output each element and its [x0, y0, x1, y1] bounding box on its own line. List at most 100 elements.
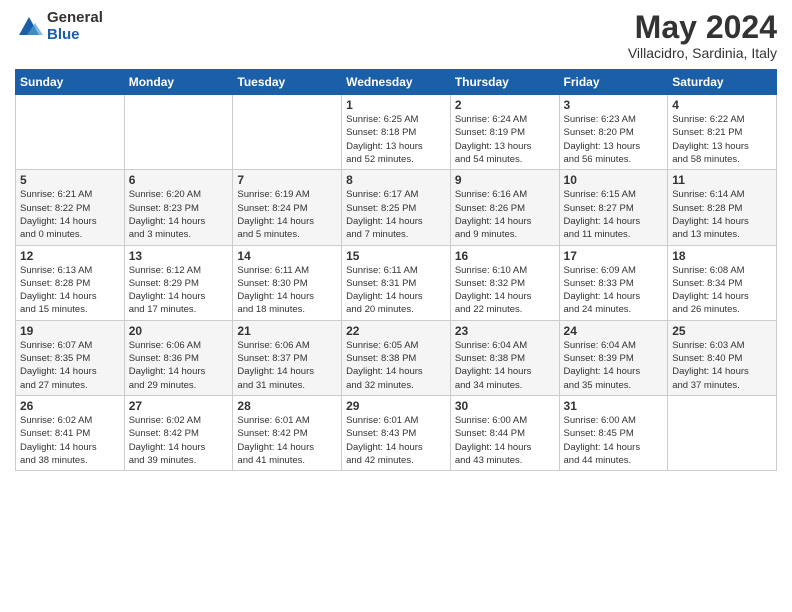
day-number: 19 [20, 324, 120, 338]
calendar-cell [233, 95, 342, 170]
calendar-cell: 6Sunrise: 6:20 AMSunset: 8:23 PMDaylight… [124, 170, 233, 245]
day-number: 4 [672, 98, 772, 112]
day-info: Sunrise: 6:04 AMSunset: 8:38 PMDaylight:… [455, 339, 555, 392]
calendar-cell: 23Sunrise: 6:04 AMSunset: 8:38 PMDayligh… [450, 320, 559, 395]
calendar-cell: 19Sunrise: 6:07 AMSunset: 8:35 PMDayligh… [16, 320, 125, 395]
calendar: SundayMondayTuesdayWednesdayThursdayFrid… [15, 69, 777, 471]
day-info: Sunrise: 6:21 AMSunset: 8:22 PMDaylight:… [20, 188, 120, 241]
day-info: Sunrise: 6:09 AMSunset: 8:33 PMDaylight:… [564, 264, 664, 317]
logo-general: General [47, 10, 103, 27]
day-number: 24 [564, 324, 664, 338]
day-number: 18 [672, 249, 772, 263]
calendar-cell: 9Sunrise: 6:16 AMSunset: 8:26 PMDaylight… [450, 170, 559, 245]
calendar-cell: 18Sunrise: 6:08 AMSunset: 8:34 PMDayligh… [668, 245, 777, 320]
day-number: 2 [455, 98, 555, 112]
day-number: 27 [129, 399, 229, 413]
day-info: Sunrise: 6:02 AMSunset: 8:42 PMDaylight:… [129, 414, 229, 467]
logo-icon [15, 13, 43, 41]
header: General Blue May 2024 Villacidro, Sardin… [15, 10, 777, 61]
calendar-cell: 31Sunrise: 6:00 AMSunset: 8:45 PMDayligh… [559, 395, 668, 470]
day-number: 8 [346, 173, 446, 187]
day-info: Sunrise: 6:11 AMSunset: 8:31 PMDaylight:… [346, 264, 446, 317]
day-info: Sunrise: 6:03 AMSunset: 8:40 PMDaylight:… [672, 339, 772, 392]
day-number: 17 [564, 249, 664, 263]
calendar-cell: 28Sunrise: 6:01 AMSunset: 8:42 PMDayligh… [233, 395, 342, 470]
day-header-friday: Friday [559, 70, 668, 95]
day-info: Sunrise: 6:20 AMSunset: 8:23 PMDaylight:… [129, 188, 229, 241]
day-info: Sunrise: 6:19 AMSunset: 8:24 PMDaylight:… [237, 188, 337, 241]
day-header-sunday: Sunday [16, 70, 125, 95]
subtitle: Villacidro, Sardinia, Italy [628, 45, 777, 61]
calendar-cell: 10Sunrise: 6:15 AMSunset: 8:27 PMDayligh… [559, 170, 668, 245]
logo-blue: Blue [47, 27, 103, 44]
calendar-cell: 21Sunrise: 6:06 AMSunset: 8:37 PMDayligh… [233, 320, 342, 395]
day-number: 9 [455, 173, 555, 187]
day-info: Sunrise: 6:17 AMSunset: 8:25 PMDaylight:… [346, 188, 446, 241]
calendar-cell: 27Sunrise: 6:02 AMSunset: 8:42 PMDayligh… [124, 395, 233, 470]
day-header-tuesday: Tuesday [233, 70, 342, 95]
day-number: 5 [20, 173, 120, 187]
calendar-cell [124, 95, 233, 170]
logo-text: General Blue [47, 10, 103, 43]
calendar-cell: 26Sunrise: 6:02 AMSunset: 8:41 PMDayligh… [16, 395, 125, 470]
calendar-cell: 29Sunrise: 6:01 AMSunset: 8:43 PMDayligh… [342, 395, 451, 470]
calendar-cell: 16Sunrise: 6:10 AMSunset: 8:32 PMDayligh… [450, 245, 559, 320]
calendar-cell: 15Sunrise: 6:11 AMSunset: 8:31 PMDayligh… [342, 245, 451, 320]
day-info: Sunrise: 6:16 AMSunset: 8:26 PMDaylight:… [455, 188, 555, 241]
day-info: Sunrise: 6:04 AMSunset: 8:39 PMDaylight:… [564, 339, 664, 392]
day-info: Sunrise: 6:10 AMSunset: 8:32 PMDaylight:… [455, 264, 555, 317]
day-number: 25 [672, 324, 772, 338]
calendar-cell: 2Sunrise: 6:24 AMSunset: 8:19 PMDaylight… [450, 95, 559, 170]
day-info: Sunrise: 6:07 AMSunset: 8:35 PMDaylight:… [20, 339, 120, 392]
day-number: 14 [237, 249, 337, 263]
day-info: Sunrise: 6:00 AMSunset: 8:45 PMDaylight:… [564, 414, 664, 467]
day-info: Sunrise: 6:23 AMSunset: 8:20 PMDaylight:… [564, 113, 664, 166]
day-info: Sunrise: 6:05 AMSunset: 8:38 PMDaylight:… [346, 339, 446, 392]
main-title: May 2024 [628, 10, 777, 45]
day-header-monday: Monday [124, 70, 233, 95]
calendar-cell: 5Sunrise: 6:21 AMSunset: 8:22 PMDaylight… [16, 170, 125, 245]
week-row-5: 26Sunrise: 6:02 AMSunset: 8:41 PMDayligh… [16, 395, 777, 470]
day-number: 23 [455, 324, 555, 338]
day-number: 7 [237, 173, 337, 187]
calendar-cell: 17Sunrise: 6:09 AMSunset: 8:33 PMDayligh… [559, 245, 668, 320]
calendar-cell: 7Sunrise: 6:19 AMSunset: 8:24 PMDaylight… [233, 170, 342, 245]
day-number: 20 [129, 324, 229, 338]
calendar-cell: 3Sunrise: 6:23 AMSunset: 8:20 PMDaylight… [559, 95, 668, 170]
day-number: 11 [672, 173, 772, 187]
day-info: Sunrise: 6:01 AMSunset: 8:43 PMDaylight:… [346, 414, 446, 467]
day-number: 29 [346, 399, 446, 413]
day-info: Sunrise: 6:25 AMSunset: 8:18 PMDaylight:… [346, 113, 446, 166]
day-number: 21 [237, 324, 337, 338]
calendar-cell: 12Sunrise: 6:13 AMSunset: 8:28 PMDayligh… [16, 245, 125, 320]
day-info: Sunrise: 6:06 AMSunset: 8:36 PMDaylight:… [129, 339, 229, 392]
day-info: Sunrise: 6:00 AMSunset: 8:44 PMDaylight:… [455, 414, 555, 467]
calendar-cell: 22Sunrise: 6:05 AMSunset: 8:38 PMDayligh… [342, 320, 451, 395]
page: General Blue May 2024 Villacidro, Sardin… [0, 0, 792, 612]
day-info: Sunrise: 6:24 AMSunset: 8:19 PMDaylight:… [455, 113, 555, 166]
day-number: 31 [564, 399, 664, 413]
calendar-cell: 4Sunrise: 6:22 AMSunset: 8:21 PMDaylight… [668, 95, 777, 170]
calendar-cell: 24Sunrise: 6:04 AMSunset: 8:39 PMDayligh… [559, 320, 668, 395]
calendar-cell [668, 395, 777, 470]
day-number: 26 [20, 399, 120, 413]
calendar-cell: 11Sunrise: 6:14 AMSunset: 8:28 PMDayligh… [668, 170, 777, 245]
day-number: 6 [129, 173, 229, 187]
week-row-3: 12Sunrise: 6:13 AMSunset: 8:28 PMDayligh… [16, 245, 777, 320]
day-info: Sunrise: 6:06 AMSunset: 8:37 PMDaylight:… [237, 339, 337, 392]
calendar-cell: 14Sunrise: 6:11 AMSunset: 8:30 PMDayligh… [233, 245, 342, 320]
day-number: 13 [129, 249, 229, 263]
day-number: 3 [564, 98, 664, 112]
day-number: 15 [346, 249, 446, 263]
title-block: May 2024 Villacidro, Sardinia, Italy [628, 10, 777, 61]
day-number: 28 [237, 399, 337, 413]
day-info: Sunrise: 6:01 AMSunset: 8:42 PMDaylight:… [237, 414, 337, 467]
day-number: 10 [564, 173, 664, 187]
calendar-cell: 25Sunrise: 6:03 AMSunset: 8:40 PMDayligh… [668, 320, 777, 395]
day-info: Sunrise: 6:11 AMSunset: 8:30 PMDaylight:… [237, 264, 337, 317]
day-info: Sunrise: 6:02 AMSunset: 8:41 PMDaylight:… [20, 414, 120, 467]
day-info: Sunrise: 6:22 AMSunset: 8:21 PMDaylight:… [672, 113, 772, 166]
logo: General Blue [15, 10, 103, 43]
day-number: 30 [455, 399, 555, 413]
calendar-header-row: SundayMondayTuesdayWednesdayThursdayFrid… [16, 70, 777, 95]
